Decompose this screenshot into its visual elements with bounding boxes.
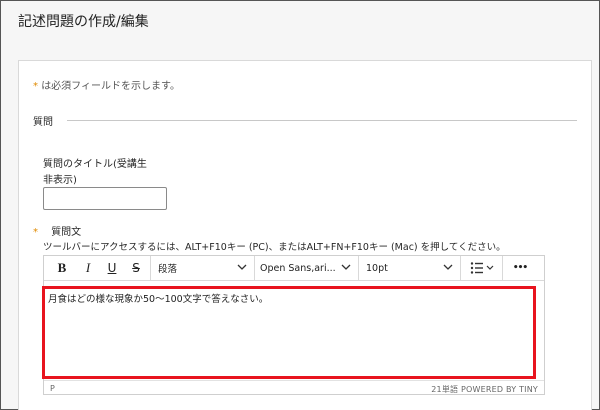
rich-text-editor: B I U S 段落 Open Sans,ari... 10pt ••• 月食は… [42,255,545,395]
chevron-down-icon [341,264,351,270]
block-format-select[interactable]: 段落 [158,259,248,277]
required-note: * は必須フィールドを示します。 [33,77,180,92]
block-format-value: 段落 [158,264,178,275]
question-title-label: 質問のタイトル(受講生 非表示) [43,157,183,189]
more-icon: ••• [512,263,528,273]
page-title: 記述問題の作成/編集 [18,14,149,30]
question-text-label: * 質問文 [33,223,81,238]
toolbar-separator [150,256,151,280]
italic-button[interactable]: I [78,259,98,277]
more-button[interactable]: ••• [508,259,532,277]
list-button[interactable] [468,259,498,277]
toolbar-separator [358,256,359,280]
question-form-card: * は必須フィールドを示します。 質問 質問のタイトル(受講生 非表示) * 質… [18,60,592,410]
toolbar-access-hint: ツールバーにアクセスするには、ALT+F10キー (PC)、またはALT+FN+… [43,242,506,253]
chevron-down-icon [443,264,453,270]
font-family-value: Open Sans,ari... [260,262,336,274]
list-icon [470,262,494,274]
toolbar-separator [460,256,461,280]
bold-icon: B [57,260,67,275]
underline-icon: U [107,261,117,275]
highlight-box [42,286,536,379]
editor-statusbar: P 21単語 POWERED BY TINY [44,380,544,395]
required-asterisk: * [33,81,38,92]
element-path[interactable]: P [50,384,55,393]
font-family-select[interactable]: Open Sans,ari... [260,259,352,277]
font-size-select[interactable]: 10pt [366,259,454,277]
section-divider [67,120,577,121]
bold-button[interactable]: B [52,259,72,277]
question-title-label-line2: 非表示) [43,175,77,186]
required-note-text: は必須フィールドを示します。 [41,81,180,92]
section-legend-question: 質問 [33,117,53,128]
toolbar-separator [254,256,255,280]
strikethrough-icon: S [132,261,140,275]
chevron-down-icon [237,264,247,270]
toolbar-separator [502,256,503,280]
question-text-label-text: 質問文 [51,227,82,238]
font-size-value: 10pt [366,262,388,274]
powered-by-link[interactable]: POWERED BY TINY [461,385,538,394]
question-title-input[interactable] [43,187,167,210]
required-asterisk: * [33,227,38,238]
italic-icon: I [85,260,91,275]
question-title-label-line1: 質問のタイトル(受講生 [43,159,147,170]
strikethrough-button[interactable]: S [126,259,146,277]
status-right: 21単語 POWERED BY TINY [431,384,538,395]
editor-toolbar: B I U S 段落 Open Sans,ari... 10pt ••• [44,256,544,281]
word-count[interactable]: 21単語 [431,385,458,394]
underline-button[interactable]: U [102,259,122,277]
